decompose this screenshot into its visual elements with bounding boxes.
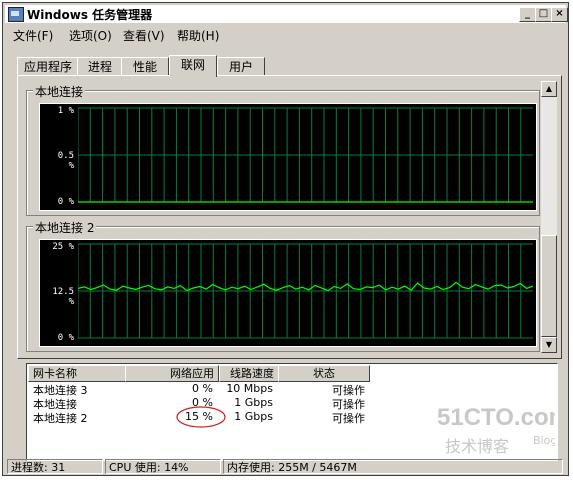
app-icon bbox=[8, 7, 24, 22]
graph-1: 1 % 0.5 % 0 % bbox=[39, 103, 537, 211]
graph-2-plot bbox=[78, 243, 533, 339]
window-title: Windows 任务管理器 bbox=[27, 8, 153, 22]
watermark-blog: Blog bbox=[533, 434, 555, 447]
graph-2-tick-max: 25 % bbox=[52, 242, 74, 252]
tab-users[interactable]: 用户 bbox=[217, 57, 265, 76]
status-processes: 进程数: 31 bbox=[7, 459, 103, 474]
status-bar: 进程数: 31 CPU 使用: 14% 内存使用: 255M / 5467M bbox=[5, 459, 566, 475]
adapter-list: 网卡名称 网络应用 线路速度 状态 本地连接 3 0 % 10 Mbps 可操作… bbox=[26, 363, 558, 461]
graph-group-1: 本地连接 1 % 0.5 % 0 % bbox=[26, 83, 540, 216]
scroll-up-icon[interactable]: ▲ bbox=[541, 81, 557, 97]
usage-series-line bbox=[78, 281, 533, 292]
column-header-usage[interactable]: 网络应用 bbox=[125, 365, 219, 382]
watermark-sub: 技术博客 bbox=[445, 437, 509, 456]
tab-networking[interactable]: 联网 bbox=[169, 55, 217, 77]
graph-group-2: 本地连接 2 25 % 12.5 % 0 % bbox=[26, 219, 540, 352]
graph-1-tick-mid: 0.5 % bbox=[57, 151, 74, 171]
row-state: 可操作 bbox=[332, 412, 365, 425]
tab-processes[interactable]: 进程 bbox=[77, 57, 123, 76]
networking-panel: 本地连接 1 % 0.5 % 0 % 本地连接 2 25 % 12.5 % 0 … bbox=[17, 75, 562, 359]
maximize-button[interactable]: □ bbox=[535, 7, 552, 22]
column-header-name[interactable]: 网卡名称 bbox=[28, 365, 126, 382]
watermark-site: 51CTO.com bbox=[437, 404, 555, 431]
status-cpu: CPU 使用: 14% bbox=[105, 459, 221, 474]
graph-2-label: 本地连接 2 bbox=[33, 219, 97, 236]
column-header-state[interactable]: 状态 bbox=[278, 365, 370, 382]
graph-1-tick-max: 1 % bbox=[57, 106, 74, 116]
scroll-thumb[interactable] bbox=[541, 235, 557, 337]
graph-2: 25 % 12.5 % 0 % bbox=[39, 239, 537, 347]
graph-1-plot bbox=[78, 107, 533, 203]
row-name: 本地连接 2 bbox=[33, 412, 88, 425]
status-memory: 内存使用: 255M / 5467M bbox=[223, 459, 563, 474]
scroll-down-icon[interactable]: ▼ bbox=[541, 337, 557, 353]
graph-2-tick-min: 0 % bbox=[57, 333, 74, 343]
row-speed: 10 Mbps bbox=[226, 382, 273, 395]
watermark-logo: 51CTO.com 技术博客 Blog bbox=[437, 404, 555, 456]
graph-1-label: 本地连接 bbox=[33, 83, 86, 100]
tab-performance[interactable]: 性能 bbox=[121, 57, 169, 76]
graph-2-tick-mid: 12.5 % bbox=[52, 287, 74, 307]
task-manager-window: Windows 任务管理器 _ □ × 文件(F) 选项(O) 查看(V) 帮助… bbox=[2, 2, 569, 476]
close-button[interactable]: × bbox=[551, 7, 568, 22]
tab-applications[interactable]: 应用程序 bbox=[17, 57, 79, 76]
title-bar: Windows 任务管理器 _ □ × bbox=[5, 5, 568, 24]
graphs-scrollbar[interactable]: ▲ ▼ bbox=[541, 81, 557, 353]
menu-file[interactable]: 文件(F) bbox=[13, 27, 53, 44]
menu-options[interactable]: 选项(O) bbox=[69, 27, 112, 44]
column-header-speed[interactable]: 线路速度 bbox=[219, 365, 279, 382]
annotation-circle bbox=[176, 406, 226, 428]
menu-help[interactable]: 帮助(H) bbox=[177, 27, 219, 44]
menu-view[interactable]: 查看(V) bbox=[123, 27, 165, 44]
row-usage: 0 % bbox=[192, 382, 213, 395]
minimize-button[interactable]: _ bbox=[519, 7, 536, 22]
graph-1-tick-min: 0 % bbox=[57, 197, 74, 207]
